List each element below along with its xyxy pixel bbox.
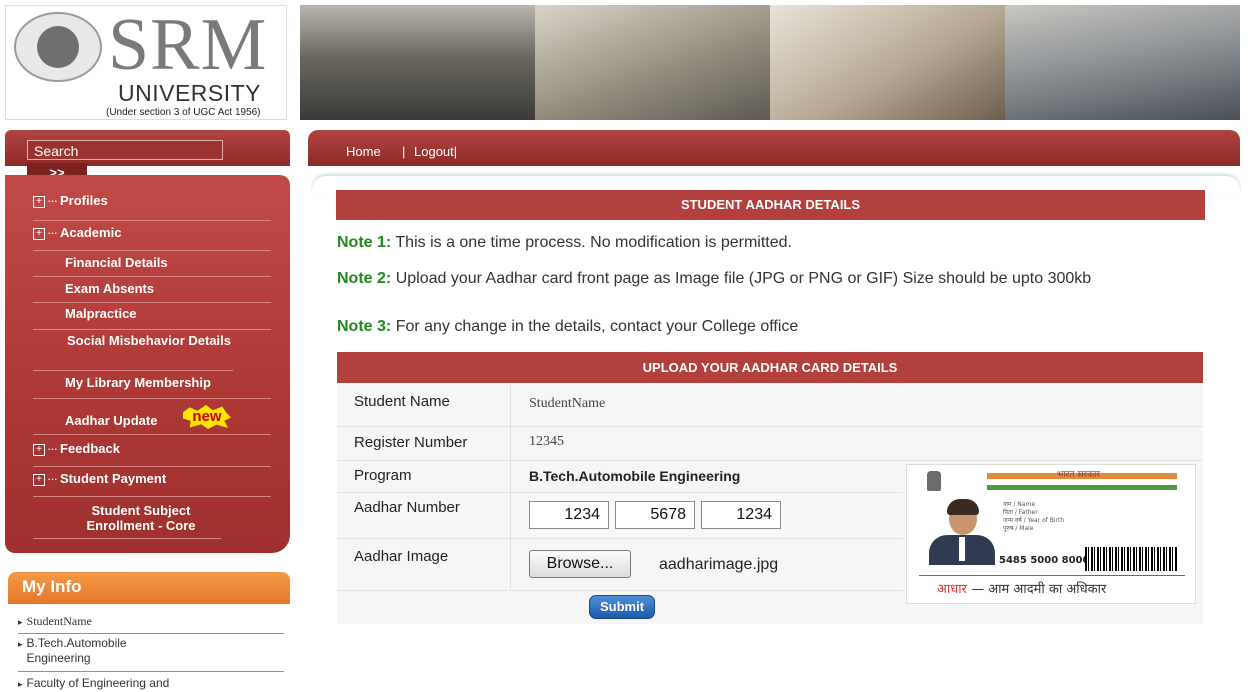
expand-icon[interactable]: + bbox=[33, 227, 45, 240]
myinfo-student-name: ▸ StudentName bbox=[18, 614, 284, 634]
column-divider bbox=[510, 384, 511, 590]
bullet-arrow-icon: ▸ bbox=[18, 617, 23, 627]
myinfo-faculty: ▸ Faculty of Engineering and bbox=[18, 676, 170, 690]
register-number-value: 12345 bbox=[529, 434, 564, 449]
row-divider bbox=[337, 460, 1203, 461]
program-label: Program bbox=[354, 467, 412, 484]
sidebar-item-academic[interactable]: + ··· Academic bbox=[33, 225, 271, 251]
sidebar-item-financial-details[interactable]: Financial Details bbox=[33, 255, 271, 277]
banner-photo-class bbox=[535, 5, 770, 120]
submit-button[interactable]: Submit bbox=[589, 595, 655, 619]
aadhar-image-label: Aadhar Image bbox=[354, 548, 449, 565]
sidebar-item-profiles[interactable]: + ··· Profiles bbox=[33, 193, 271, 221]
sidebar-item-student-payment[interactable]: + ··· Student Payment bbox=[33, 471, 271, 497]
banner-photo-workshop bbox=[1005, 5, 1240, 120]
card-motto: आधार — आम आदमी का अधिकार bbox=[937, 582, 1107, 597]
nav-separator: | bbox=[402, 144, 406, 159]
sidebar-item-aadhar-update[interactable]: Aadhar Update new bbox=[33, 405, 271, 435]
banner-photo-student bbox=[770, 5, 1005, 120]
note-1: Note 1: This is a one time process. No m… bbox=[337, 234, 792, 251]
nav-logout-link[interactable]: Logout| bbox=[414, 144, 457, 159]
sidebar-menu: + ··· Profiles + ··· Academic Financial Deta… bbox=[5, 175, 290, 553]
note-2: Note 2: Upload your Aadhar card front pa… bbox=[337, 270, 1092, 287]
aadhar-part-1-input[interactable]: 1234 bbox=[529, 501, 609, 529]
expand-icon[interactable]: + bbox=[33, 195, 45, 208]
new-badge: new bbox=[183, 405, 231, 429]
aadhar-card-preview: भारत सरकार नाम / Name पिता / Father जन्म… bbox=[906, 464, 1196, 604]
selected-file-name: aadharimage.jpg bbox=[659, 556, 779, 573]
aadhar-number-label: Aadhar Number bbox=[354, 499, 460, 516]
logo-note: (Under section 3 of UGC Act 1956) bbox=[106, 107, 261, 118]
national-emblem-icon bbox=[927, 471, 941, 491]
card-details: नाम / Name पिता / Father जन्म वर्ष / Yea… bbox=[1003, 501, 1065, 532]
expand-icon[interactable]: + bbox=[33, 443, 45, 456]
card-stripe bbox=[987, 485, 1177, 490]
university-seal-icon bbox=[14, 12, 102, 82]
search-input[interactable]: Search bbox=[27, 140, 223, 160]
sidebar-item-exam-absents[interactable]: Exam Absents bbox=[33, 281, 271, 303]
card-number: 5485 5000 8000 bbox=[999, 555, 1090, 566]
row-divider bbox=[337, 426, 1203, 427]
browse-button[interactable]: Browse... bbox=[529, 550, 631, 578]
sidebar-item-malpractice[interactable]: Malpractice bbox=[33, 306, 271, 330]
myinfo-header: My Info bbox=[8, 572, 290, 604]
nav-home-link[interactable]: Home bbox=[346, 144, 381, 159]
logo-subtitle: UNIVERSITY bbox=[118, 80, 262, 106]
top-nav-bar: Home | Logout| bbox=[308, 130, 1240, 166]
logo-name: SRM bbox=[108, 4, 268, 86]
card-gov-text: भारत सरकार bbox=[1057, 470, 1101, 480]
register-number-label: Register Number bbox=[354, 434, 468, 451]
sidebar-item-subject-enrollment[interactable]: Student Subject Enrollment - Core bbox=[33, 503, 221, 539]
note-3: Note 3: For any change in the details, c… bbox=[337, 318, 799, 335]
header-banner-image bbox=[300, 5, 1240, 120]
banner-photo-lab bbox=[300, 5, 535, 120]
student-name-value: StudentName bbox=[529, 396, 606, 411]
sidebar-item-library-membership[interactable]: My Library Membership bbox=[33, 375, 271, 399]
expand-icon[interactable]: + bbox=[33, 473, 45, 486]
barcode-icon bbox=[1085, 547, 1177, 571]
sidebar-item-feedback[interactable]: + ··· Feedback bbox=[33, 441, 271, 467]
program-value: B.Tech.Automobile Engineering bbox=[529, 468, 741, 484]
aadhar-part-2-input[interactable]: 5678 bbox=[615, 501, 695, 529]
row-divider bbox=[337, 590, 903, 591]
aadhar-upload-panel: UPLOAD YOUR AADHAR CARD DETAILS Student … bbox=[337, 352, 1203, 624]
myinfo-title: My Info bbox=[22, 577, 82, 596]
bullet-arrow-icon: ▸ bbox=[18, 639, 23, 649]
row-divider bbox=[337, 492, 903, 493]
myinfo-program: ▸ B.Tech.Automobile Engineering bbox=[18, 636, 284, 672]
aadhar-part-3-input[interactable]: 1234 bbox=[701, 501, 781, 529]
bullet-arrow-icon: ▸ bbox=[18, 679, 23, 689]
page-title: STUDENT AADHAR DETAILS bbox=[336, 190, 1205, 220]
row-divider bbox=[337, 538, 903, 539]
form-title: UPLOAD YOUR AADHAR CARD DETAILS bbox=[337, 352, 1203, 383]
student-name-label: Student Name bbox=[354, 393, 450, 410]
sidebar-item-social-misbehavior[interactable]: Social Misbehavior Details bbox=[33, 333, 233, 371]
university-logo: SRM UNIVERSITY (Under section 3 of UGC A… bbox=[5, 4, 287, 120]
